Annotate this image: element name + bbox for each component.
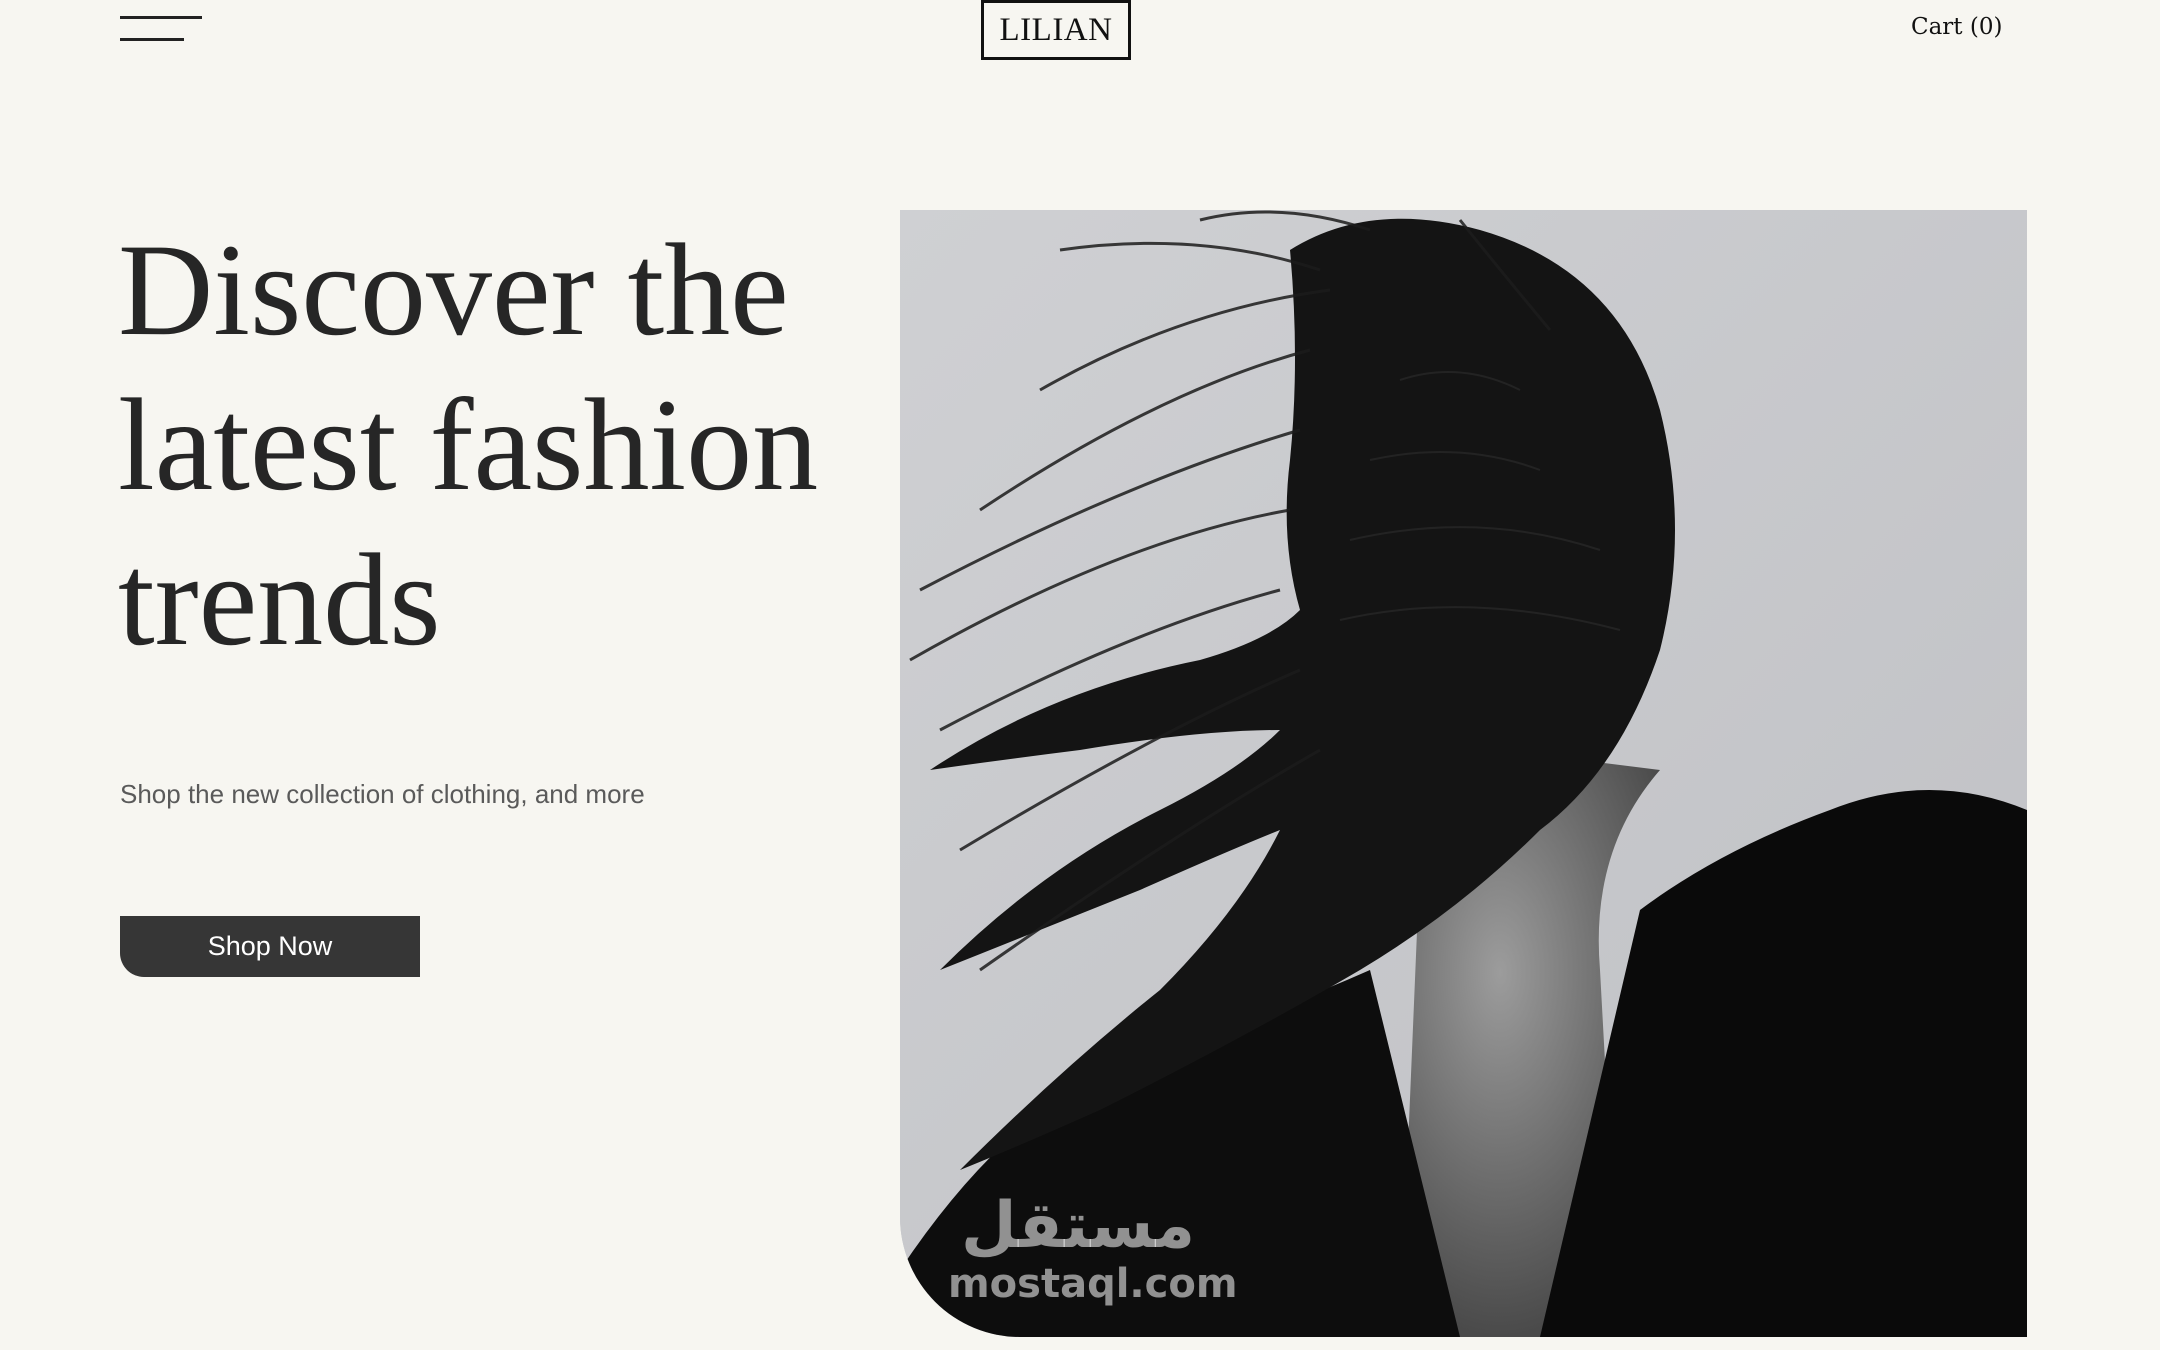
portrait-photo bbox=[900, 210, 2027, 1337]
hero-subtitle: Shop the new collection of clothing, and… bbox=[120, 779, 645, 809]
menu-line-bottom bbox=[120, 38, 184, 41]
hero-heading: Discover the latest fashion trends bbox=[118, 216, 819, 673]
menu-line-top bbox=[120, 16, 202, 19]
landing-page: LILIAN Cart (0) Discover the latest fash… bbox=[0, 0, 2160, 1350]
hero-image bbox=[900, 210, 2027, 1337]
shop-now-button[interactable]: Shop Now bbox=[120, 916, 420, 977]
brand-logo[interactable]: LILIAN bbox=[981, 0, 1131, 60]
hamburger-menu-icon[interactable] bbox=[120, 16, 202, 42]
cart-link[interactable]: Cart (0) bbox=[1911, 14, 2002, 40]
